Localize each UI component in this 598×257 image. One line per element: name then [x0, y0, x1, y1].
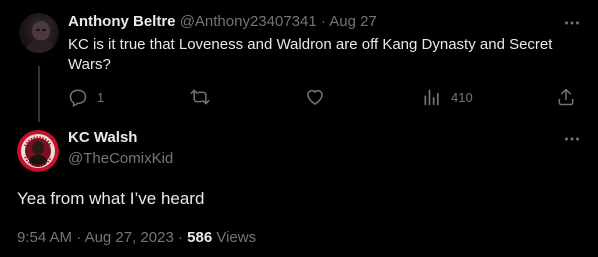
share-icon — [558, 88, 574, 106]
main-handle[interactable]: @TheComixKid — [68, 149, 173, 169]
avatar-photo — [26, 21, 56, 53]
share-button[interactable] — [556, 86, 576, 108]
main-tweet-text: Yea from what I’ve heard — [17, 189, 205, 208]
retweet-icon — [190, 89, 210, 105]
tweet-date[interactable]: Aug 27, 2023 — [85, 229, 174, 246]
retweet-button[interactable] — [190, 86, 219, 108]
reply-button[interactable]: 1 — [68, 86, 104, 108]
avatar-badge-logo — [17, 130, 59, 172]
heart-icon — [307, 89, 323, 105]
reply-icon — [69, 89, 87, 107]
meta-separator: · — [76, 229, 82, 246]
avatar-anthony-beltre[interactable] — [19, 13, 59, 53]
main-display-name[interactable]: KC Walsh — [68, 128, 137, 148]
avatar-kc-walsh[interactable] — [17, 130, 59, 172]
analytics-icon — [424, 89, 439, 106]
main-views-count: 586 — [187, 229, 213, 246]
more-horizontal-icon[interactable] — [563, 130, 581, 148]
parent-display-name[interactable]: Anthony Beltre — [68, 13, 176, 30]
meta-separator: · — [177, 229, 183, 246]
views-count: 410 — [451, 89, 473, 105]
views-button[interactable]: 410 — [422, 86, 473, 108]
parent-tweet-header: Anthony Beltre @Anthony23407341 · Aug 27 — [68, 12, 377, 32]
tweet-time[interactable]: 9:54 AM — [17, 229, 72, 246]
reply-count: 1 — [97, 89, 105, 105]
parent-tweet-text: KC is it true that Loveness and Waldron … — [68, 36, 553, 73]
more-horizontal-icon[interactable] — [563, 14, 581, 32]
parent-date[interactable]: Aug 27 — [329, 13, 377, 30]
parent-action-bar: 1 410 — [68, 86, 588, 108]
like-button[interactable] — [305, 86, 334, 108]
thread-connector-line — [38, 66, 40, 122]
main-views-label: Views — [216, 229, 257, 246]
header-separator: · — [320, 13, 326, 30]
tweet-meta: 9:54 AM · Aug 27, 2023 · 586 Views — [17, 228, 256, 248]
parent-handle[interactable]: @Anthony23407341 — [180, 13, 317, 30]
